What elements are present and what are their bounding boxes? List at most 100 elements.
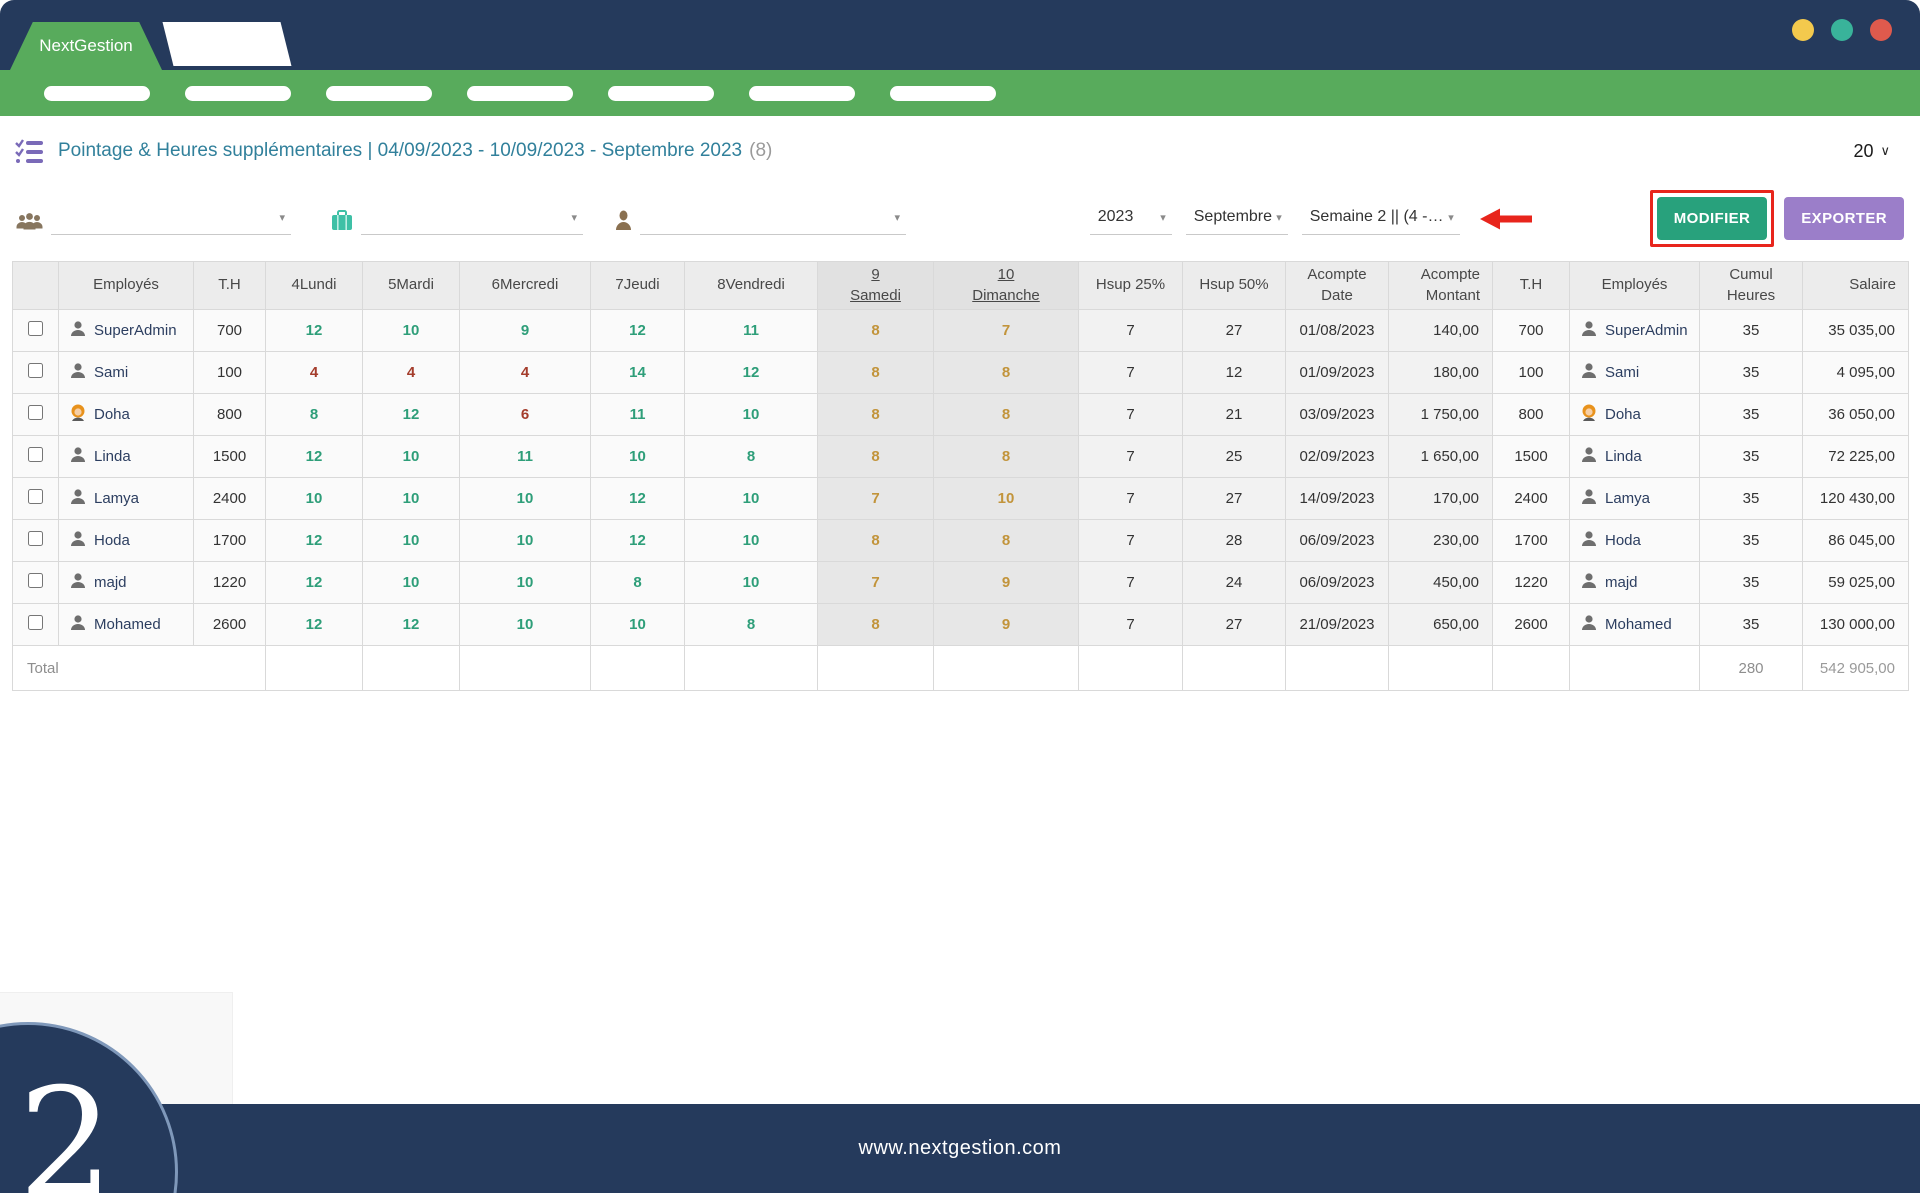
- annotation-highlight-box: MODIFIER: [1650, 190, 1775, 247]
- day-value-cell: 8: [818, 352, 934, 394]
- employee-cell: Mohamed: [59, 604, 194, 646]
- caret-down-icon: ▾: [1276, 211, 1282, 224]
- day-value-cell: 11: [591, 394, 685, 436]
- employee-name: Linda: [1605, 448, 1642, 465]
- day-value-cell: 10: [460, 478, 591, 520]
- select-all-header: [13, 262, 59, 310]
- window-titlebar: NextGestion: [0, 0, 1920, 70]
- male-avatar-icon: [69, 614, 87, 636]
- nav-pill[interactable]: [326, 86, 432, 101]
- salaire-cell: 72 225,00: [1803, 436, 1909, 478]
- hsup25-cell: 7: [1079, 352, 1183, 394]
- acompte-date-cell: 01/08/2023: [1286, 310, 1389, 352]
- male-avatar-icon: [69, 362, 87, 384]
- row-checkbox[interactable]: [28, 573, 43, 588]
- row-checkbox[interactable]: [28, 405, 43, 420]
- page-size-select[interactable]: 20 ∨: [1853, 141, 1890, 162]
- header-employes: Employés: [59, 262, 194, 310]
- employees-filter-select[interactable]: ▾: [16, 203, 291, 235]
- nav-pill[interactable]: [185, 86, 291, 101]
- employee-name: Doha: [1605, 406, 1641, 423]
- male-avatar-icon: [69, 446, 87, 468]
- header-day-mercredi: 6Mercredi: [460, 262, 591, 310]
- cumul-cell: 35: [1700, 310, 1803, 352]
- th2-cell: 2600: [1493, 604, 1570, 646]
- th-cell: 700: [194, 310, 266, 352]
- maximize-button[interactable]: [1831, 19, 1853, 41]
- hsup50-cell: 12: [1183, 352, 1286, 394]
- row-checkbox[interactable]: [28, 531, 43, 546]
- modifier-button[interactable]: MODIFIER: [1657, 197, 1768, 240]
- employee-cell: Linda: [59, 436, 194, 478]
- cumul-cell: 35: [1700, 520, 1803, 562]
- minimize-button[interactable]: [1792, 19, 1814, 41]
- company-filter-select[interactable]: ▾: [331, 203, 583, 235]
- table-row: Lamya2400101010121071072714/09/2023170,0…: [13, 478, 1909, 520]
- checkbox-cell: [13, 352, 59, 394]
- header-day-dimanche[interactable]: 10Dimanche: [934, 262, 1079, 310]
- day-value-cell: 7: [818, 562, 934, 604]
- timesheet-table: EmployésT.H4Lundi5Mardi6Mercredi7Jeudi8V…: [12, 261, 1908, 691]
- header-day-samedi[interactable]: 9Samedi: [818, 262, 934, 310]
- nav-pill[interactable]: [467, 86, 573, 101]
- employee-cell: majd: [59, 562, 194, 604]
- row-checkbox[interactable]: [28, 363, 43, 378]
- day-value-cell: 10: [363, 436, 460, 478]
- close-button[interactable]: [1870, 19, 1892, 41]
- person-filter-select[interactable]: ▾: [615, 203, 906, 235]
- cumul-cell: 35: [1700, 562, 1803, 604]
- page-header: Pointage & Heures supplémentaires | 04/0…: [0, 116, 1920, 176]
- salaire-cell: 86 045,00: [1803, 520, 1909, 562]
- week-select[interactable]: Semaine 2 || (4 -…▾: [1288, 203, 1460, 235]
- chevron-down-icon: ∨: [1880, 143, 1890, 159]
- acompte-montant-cell: 1 750,00: [1389, 394, 1493, 436]
- salaire-cell: 59 025,00: [1803, 562, 1909, 604]
- nav-pill[interactable]: [608, 86, 714, 101]
- exporter-button[interactable]: EXPORTER: [1784, 197, 1904, 240]
- year-select[interactable]: 2023▾: [1090, 203, 1172, 235]
- employee-cell: Doha: [1570, 394, 1700, 436]
- hsup25-cell: 7: [1079, 562, 1183, 604]
- checkbox-cell: [13, 310, 59, 352]
- nav-pill[interactable]: [749, 86, 855, 101]
- day-value-cell: 12: [685, 352, 818, 394]
- th2-cell: 1700: [1493, 520, 1570, 562]
- briefcase-icon: [331, 210, 353, 231]
- day-value-cell: 8: [818, 310, 934, 352]
- acompte-montant-cell: 650,00: [1389, 604, 1493, 646]
- day-value-cell: 8: [818, 604, 934, 646]
- employee-name: Mohamed: [94, 616, 161, 633]
- row-checkbox[interactable]: [28, 615, 43, 630]
- filter-toolbar: ▾ ▾ ▾ 2023▾ Septembre▾ Se: [0, 176, 1920, 261]
- employee-name: SuperAdmin: [94, 322, 177, 339]
- header-hsup25: Hsup 25%: [1079, 262, 1183, 310]
- hsup25-cell: 7: [1079, 604, 1183, 646]
- period-controls: 2023▾ Septembre▾ Semaine 2 || (4 -…▾ MOD…: [1090, 190, 1904, 247]
- nav-pill[interactable]: [890, 86, 996, 101]
- active-browser-tab[interactable]: NextGestion: [10, 22, 162, 70]
- male-avatar-icon: [1580, 614, 1598, 636]
- table-row: Doha800812611108872103/09/20231 750,0080…: [13, 394, 1909, 436]
- caret-down-icon: ▾: [1160, 211, 1166, 224]
- hsup50-cell: 27: [1183, 604, 1286, 646]
- day-value-cell: 10: [685, 520, 818, 562]
- row-checkbox[interactable]: [28, 447, 43, 462]
- checkbox-cell: [13, 394, 59, 436]
- row-checkbox[interactable]: [28, 489, 43, 504]
- checkbox-cell: [13, 520, 59, 562]
- day-value-cell: 10: [685, 394, 818, 436]
- employee-cell: majd: [1570, 562, 1700, 604]
- header-day-lundi: 4Lundi: [266, 262, 363, 310]
- employee-name: Linda: [94, 448, 131, 465]
- hsup50-cell: 28: [1183, 520, 1286, 562]
- acompte-date-cell: 03/09/2023: [1286, 394, 1389, 436]
- nav-pill[interactable]: [44, 86, 150, 101]
- row-checkbox[interactable]: [28, 321, 43, 336]
- day-value-cell: 14: [591, 352, 685, 394]
- day-value-cell: 8: [818, 436, 934, 478]
- month-select[interactable]: Septembre▾: [1172, 203, 1288, 235]
- header-th: T.H: [194, 262, 266, 310]
- hsup50-cell: 27: [1183, 310, 1286, 352]
- page-title: Pointage & Heures supplémentaires | 04/0…: [58, 140, 742, 162]
- inactive-browser-tab[interactable]: [163, 22, 292, 66]
